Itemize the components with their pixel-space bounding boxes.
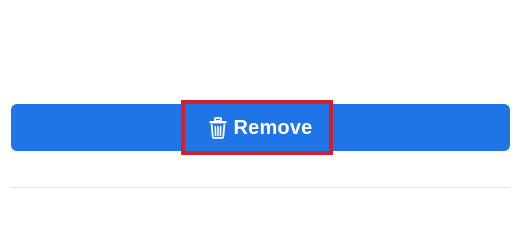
remove-button-content: Remove [208, 117, 312, 139]
remove-button-label: Remove [233, 117, 313, 139]
divider [11, 187, 510, 188]
remove-button[interactable]: Remove [11, 104, 510, 151]
trash-icon [209, 117, 227, 139]
